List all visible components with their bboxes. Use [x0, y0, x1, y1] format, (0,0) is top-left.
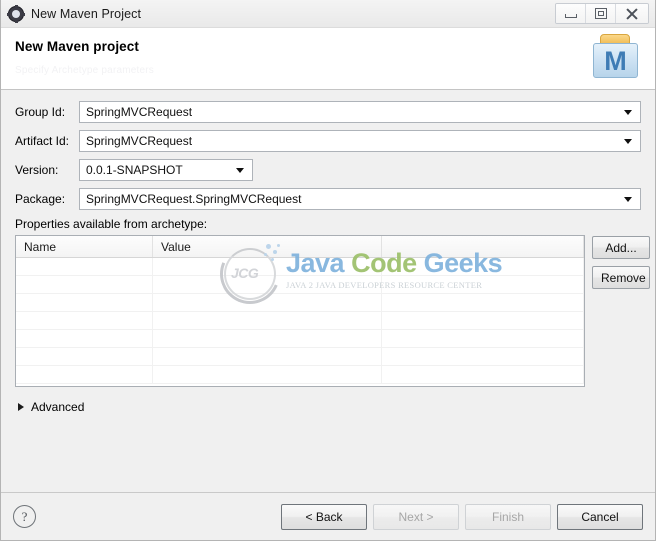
- column-header-name[interactable]: Name: [16, 236, 153, 257]
- package-label: Package:: [15, 192, 66, 206]
- next-button: Next >: [373, 503, 459, 530]
- close-icon: [626, 8, 638, 20]
- chevron-down-icon: [236, 168, 244, 173]
- group-id-value: SpringMVCRequest: [86, 105, 193, 119]
- window-controls: [555, 3, 649, 24]
- maven-icon-letter: M: [604, 45, 627, 76]
- table-row[interactable]: [16, 330, 584, 348]
- finish-button: Finish: [465, 503, 551, 530]
- eclipse-gear-icon: [7, 4, 25, 23]
- version-label: Version:: [15, 163, 59, 177]
- back-button[interactable]: < Back: [281, 503, 367, 530]
- page-subtitle: Specify Archetype parameters: [15, 65, 154, 76]
- form-row-artifact-id: Artifact Id: SpringMVCRequest: [15, 130, 641, 152]
- wizard-header: New Maven project Specify Archetype para…: [1, 28, 655, 90]
- version-value: 0.0.1-SNAPSHOT: [86, 163, 183, 177]
- maximize-icon: [594, 8, 607, 19]
- column-header-extra[interactable]: [382, 236, 584, 257]
- chevron-down-icon: [624, 197, 632, 202]
- version-combo[interactable]: 0.0.1-SNAPSHOT: [79, 159, 253, 181]
- help-question-icon[interactable]: ?: [13, 505, 36, 528]
- group-id-label: Group Id:: [15, 105, 66, 119]
- page-title: New Maven project: [15, 39, 139, 54]
- package-value: SpringMVCRequest.SpringMVCRequest: [86, 192, 302, 206]
- new-maven-project-dialog: New Maven Project New Maven project Spec…: [0, 0, 656, 541]
- add-property-button[interactable]: Add...: [592, 236, 650, 259]
- cancel-button[interactable]: Cancel: [557, 503, 643, 530]
- dialog-footer: ? < Back Next > Finish Cancel: [1, 492, 655, 540]
- window-title: New Maven Project: [31, 6, 142, 21]
- package-combo[interactable]: SpringMVCRequest.SpringMVCRequest: [79, 188, 641, 210]
- advanced-section-toggle[interactable]: Advanced: [15, 400, 641, 414]
- properties-section: Name Value JCG Java Code Geeks JAVA 2 JA…: [15, 235, 650, 387]
- advanced-label: Advanced: [31, 400, 85, 414]
- chevron-right-icon: [18, 403, 24, 411]
- table-row[interactable]: [16, 348, 584, 366]
- chevron-down-icon: [624, 139, 632, 144]
- minimize-button[interactable]: [556, 4, 586, 23]
- wizard-content: Group Id: SpringMVCRequest Artifact Id: …: [1, 90, 655, 492]
- properties-label: Properties available from archetype:: [15, 217, 208, 231]
- title-bar: New Maven Project: [1, 0, 655, 28]
- table-row[interactable]: [16, 366, 584, 384]
- maximize-button[interactable]: [586, 4, 616, 23]
- chevron-down-icon: [624, 110, 632, 115]
- table-row[interactable]: [16, 276, 584, 294]
- remove-property-button[interactable]: Remove: [592, 266, 650, 289]
- wizard-buttons: < Back Next > Finish Cancel: [281, 503, 643, 530]
- properties-table[interactable]: Name Value JCG Java Code Geeks JAVA 2 JA…: [15, 235, 585, 387]
- table-row[interactable]: [16, 294, 584, 312]
- artifact-id-value: SpringMVCRequest: [86, 134, 193, 148]
- column-header-value[interactable]: Value: [153, 236, 382, 257]
- form-row-version: Version: 0.0.1-SNAPSHOT: [15, 159, 641, 181]
- form-row-package: Package: SpringMVCRequest.SpringMVCReque…: [15, 188, 641, 210]
- properties-buttons: Add... Remove: [592, 235, 650, 289]
- table-row[interactable]: [16, 312, 584, 330]
- table-row[interactable]: [16, 258, 584, 276]
- group-id-combo[interactable]: SpringMVCRequest: [79, 101, 641, 123]
- artifact-id-combo[interactable]: SpringMVCRequest: [79, 130, 641, 152]
- minimize-icon: [564, 13, 577, 18]
- maven-project-icon: M: [591, 33, 641, 81]
- table-header-row: Name Value: [16, 236, 584, 258]
- table-body: [16, 258, 584, 384]
- close-button[interactable]: [616, 4, 648, 23]
- artifact-id-label: Artifact Id:: [15, 134, 70, 148]
- form-row-group-id: Group Id: SpringMVCRequest: [15, 101, 641, 123]
